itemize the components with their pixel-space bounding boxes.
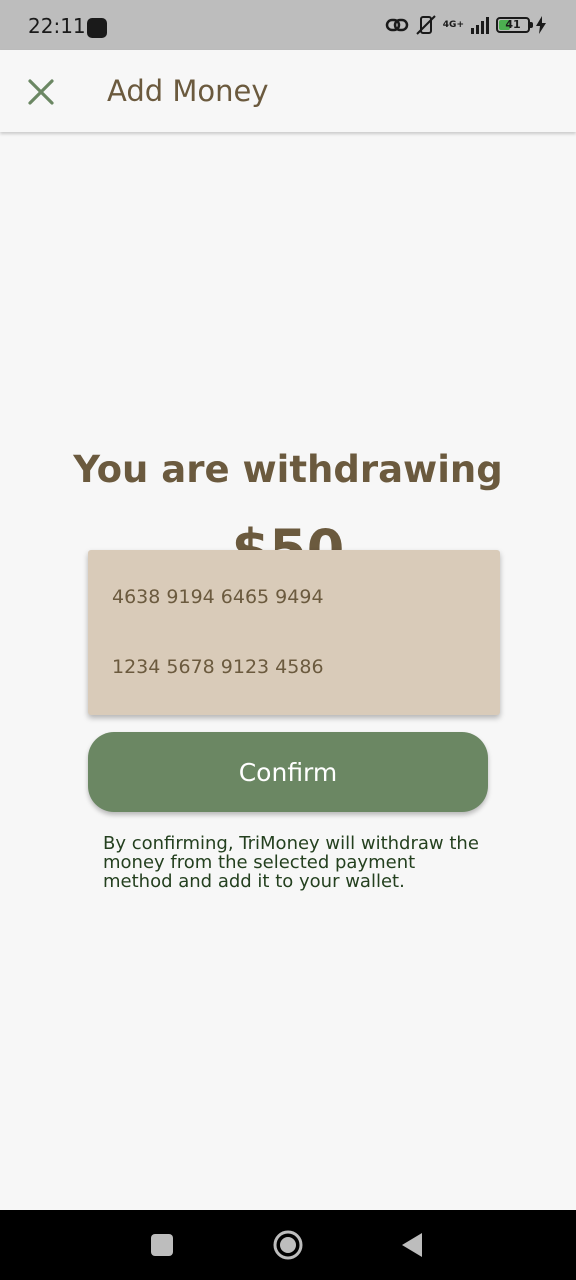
status-icons: 4G+ 41 bbox=[385, 14, 546, 36]
battery-level: 41 bbox=[505, 18, 521, 31]
signal-icon bbox=[471, 17, 489, 34]
confirm-button[interactable]: Confirm bbox=[88, 732, 488, 812]
app-notification-icon bbox=[87, 18, 107, 38]
recents-icon[interactable] bbox=[151, 1234, 173, 1256]
withdraw-headline: You are withdrawing bbox=[73, 448, 503, 491]
payment-method-dropdown[interactable]: 4638 9194 6465 9494 1234 5678 9123 4586 bbox=[88, 550, 500, 715]
close-button[interactable] bbox=[24, 75, 58, 109]
close-icon bbox=[28, 79, 54, 105]
app-bar: Add Money bbox=[0, 50, 576, 132]
page-title: Add Money bbox=[107, 74, 269, 108]
home-icon[interactable] bbox=[272, 1229, 304, 1261]
payment-option-card[interactable]: 4638 9194 6465 9494 bbox=[112, 586, 324, 608]
charging-icon bbox=[536, 16, 546, 34]
payment-option-card[interactable]: 1234 5678 9123 4586 bbox=[112, 656, 324, 678]
system-nav-bar bbox=[0, 1210, 576, 1280]
battery-icon: 41 bbox=[496, 17, 533, 33]
disclaimer-text: By confirming, TriMoney will withdraw th… bbox=[103, 833, 479, 892]
network-type-label: 4G+ bbox=[442, 19, 464, 30]
status-time: 22:11 bbox=[28, 14, 86, 38]
back-icon[interactable] bbox=[401, 1232, 423, 1258]
link-icon bbox=[385, 18, 409, 32]
vibrate-off-icon bbox=[416, 15, 436, 35]
status-bar: 22:11 4G+ 41 bbox=[0, 0, 576, 50]
withdraw-amount: $50 bbox=[231, 518, 345, 551]
